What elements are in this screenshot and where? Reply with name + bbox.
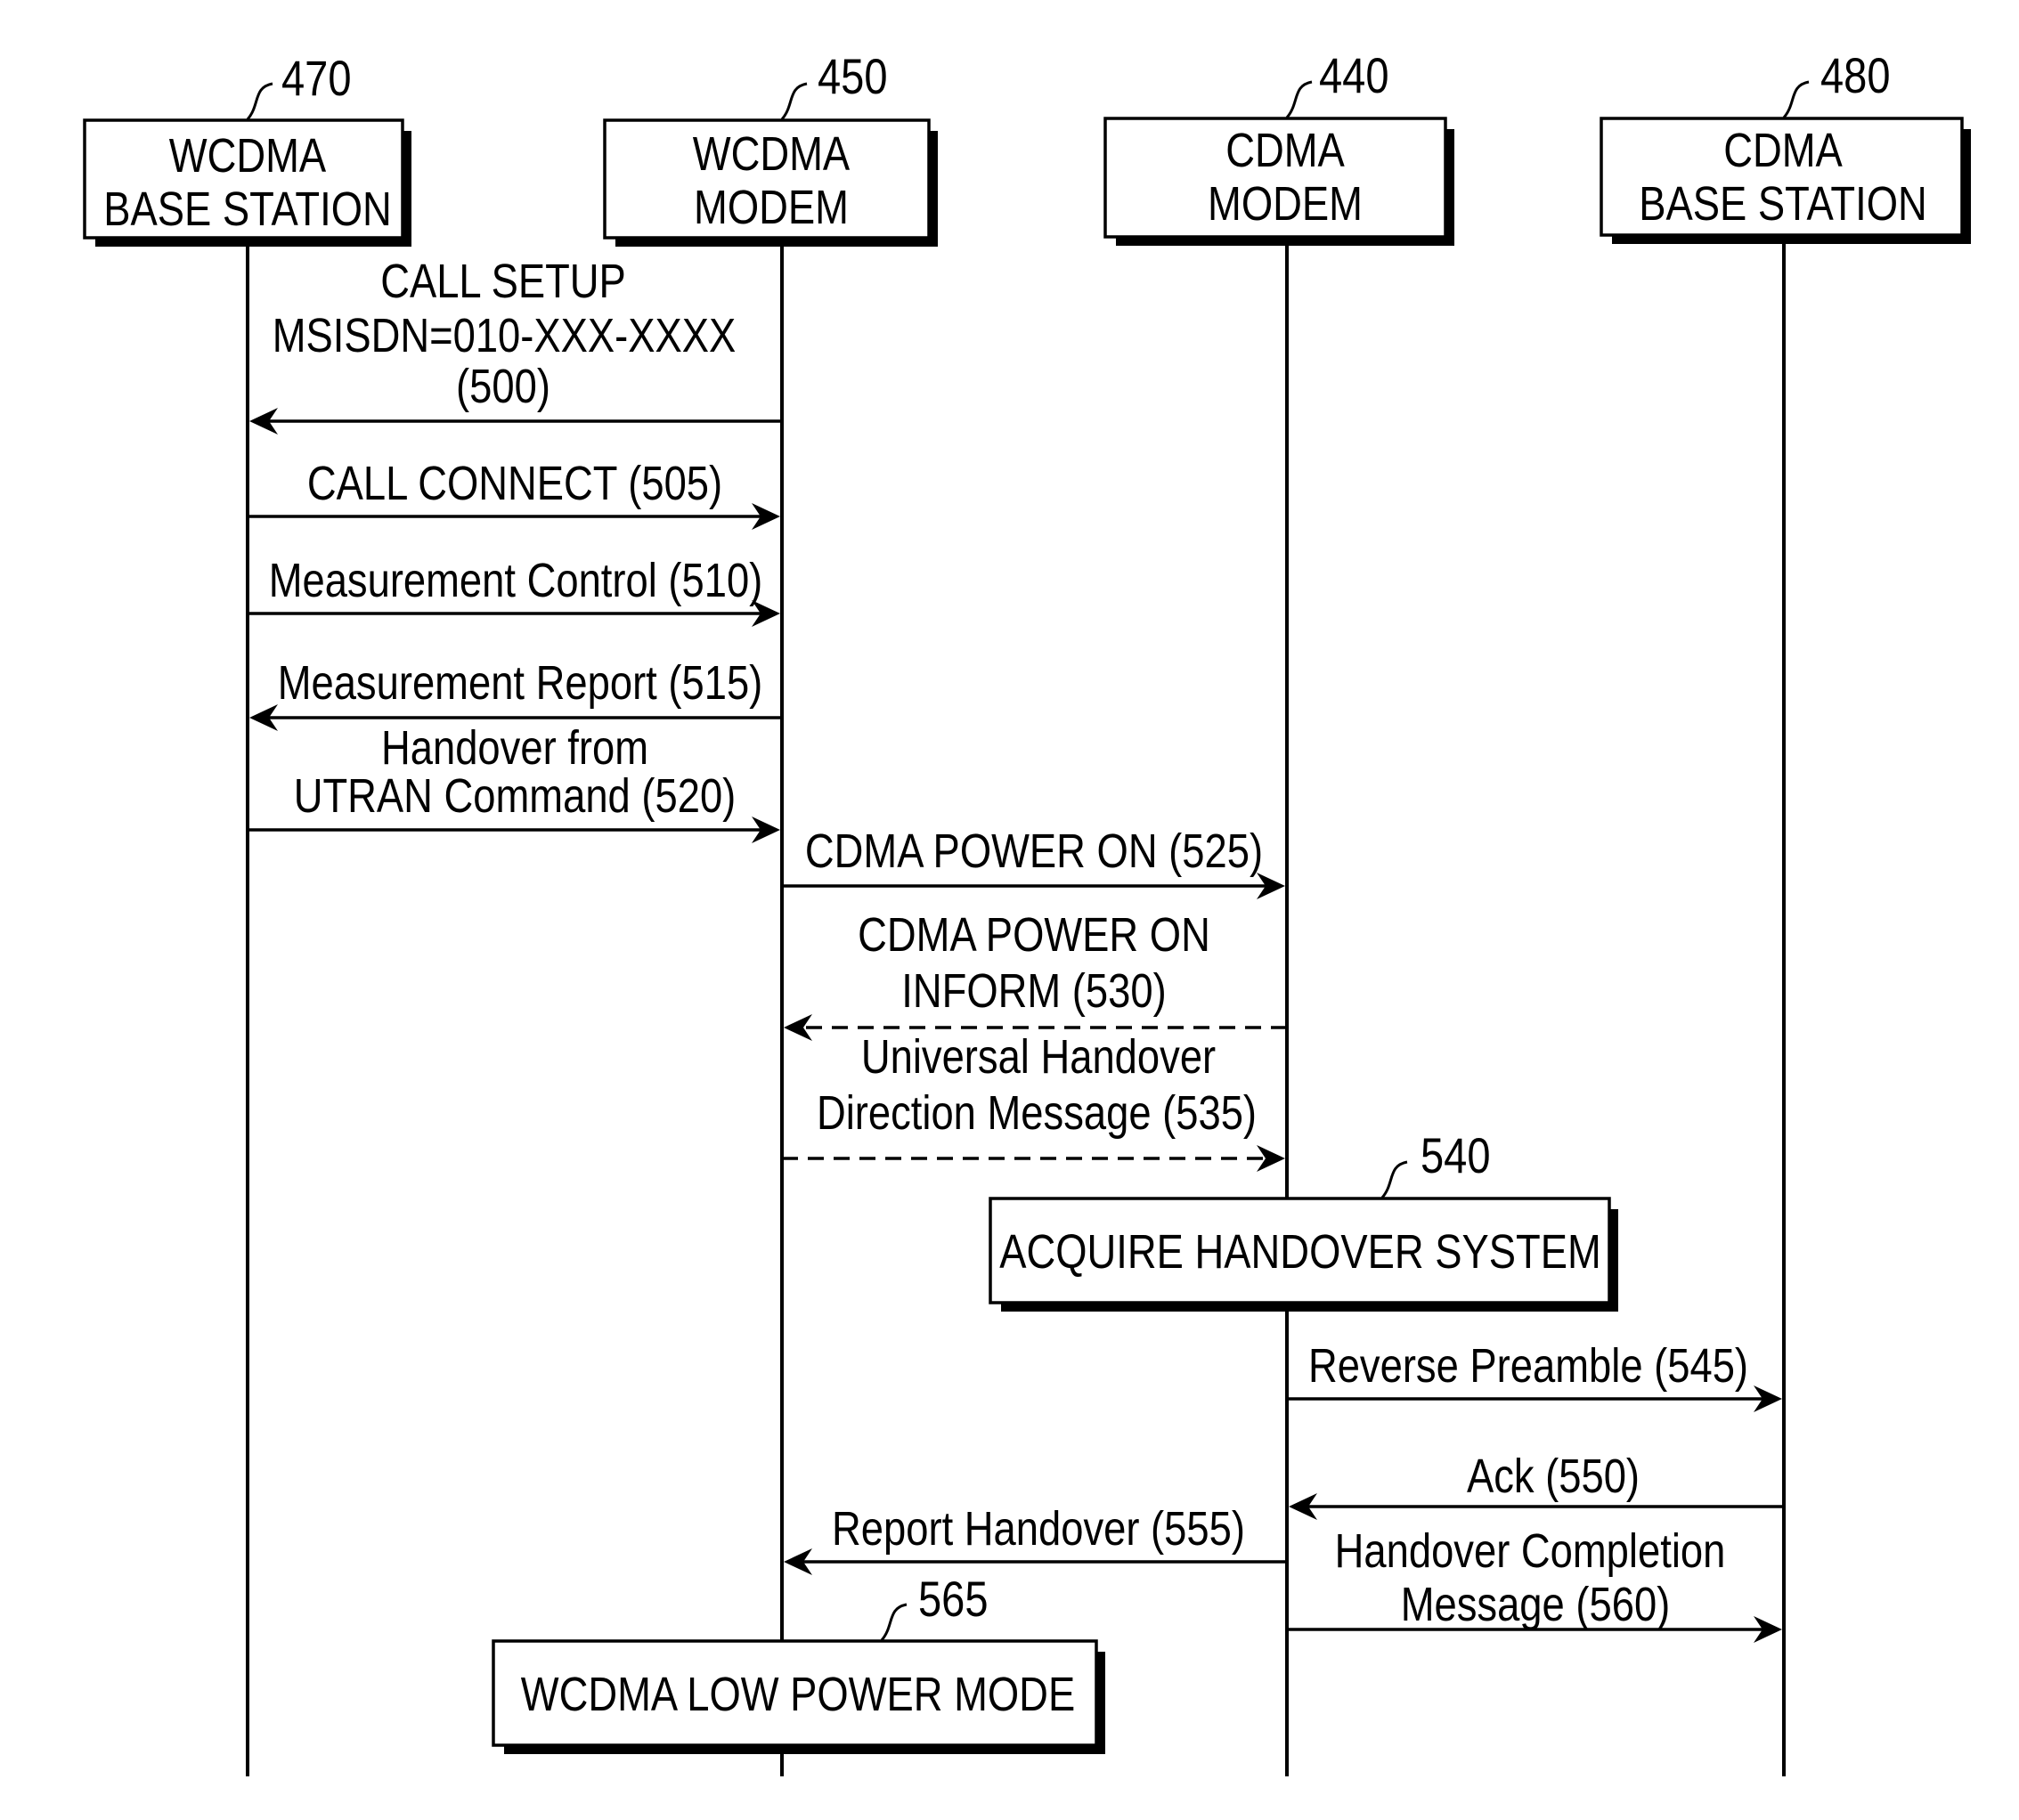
message-label-line-3: (500)	[456, 360, 550, 413]
participant-label-line-1: CDMA	[1723, 124, 1843, 177]
message-500: CALL SETUP MSISDN=010-XXX-XXXX (500)	[249, 255, 782, 435]
message-510: Measurement Control (510)	[248, 554, 780, 627]
message-545: Reverse Preamble (545)	[1287, 1339, 1782, 1412]
reference-number: 440	[1319, 47, 1389, 103]
participant-440: CDMA MODEM 440	[1103, 47, 1454, 246]
message-525: CDMA POWER ON (525)	[782, 825, 1285, 899]
process-box-540: ACQUIRE HANDOVER SYSTEM 540	[989, 1127, 1618, 1312]
participant-label-line-1: WCDMA	[169, 129, 326, 183]
reference-leader	[1285, 80, 1313, 118]
participant-label-line-1: WCDMA	[693, 127, 850, 181]
message-label: CDMA POWER ON (525)	[805, 825, 1263, 878]
message-label-line-2: INFORM (530)	[901, 964, 1166, 1018]
participant-label-line-2: BASE STATION	[103, 183, 392, 236]
message-label: Measurement Control (510)	[269, 554, 763, 607]
message-label-line-2: Message (560)	[1401, 1578, 1671, 1631]
message-label-line-1: Handover Completion	[1335, 1524, 1726, 1578]
message-label: Measurement Report (515)	[278, 656, 763, 710]
message-550: Ack (550)	[1289, 1450, 1784, 1520]
participant-label-line-2: MODEM	[1208, 177, 1363, 231]
participant-label-line-2: MODEM	[694, 181, 849, 234]
message-label-line-1: Universal Handover	[861, 1030, 1216, 1084]
process-box-label: WCDMA LOW POWER MODE	[521, 1668, 1075, 1721]
message-label-line-1: CALL SETUP	[380, 255, 626, 308]
message-530: CDMA POWER ON INFORM (530)	[784, 908, 1287, 1041]
reference-number: 480	[1820, 47, 1891, 103]
message-label-line-1: Handover from	[381, 721, 648, 775]
message-label-line-1: CDMA POWER ON	[858, 908, 1210, 962]
participant-470: WCDMA BASE STATION 470	[83, 50, 411, 247]
reference-leader	[780, 82, 808, 120]
reference-number: 470	[281, 50, 352, 106]
participant-480: CDMA BASE STATION 480	[1600, 47, 1971, 244]
participant-label-line-1: CDMA	[1225, 124, 1345, 177]
reference-leader	[1380, 1160, 1408, 1198]
message-label-line-2: MSISDN=010-XXX-XXXX	[273, 309, 737, 362]
message-505: CALL CONNECT (505)	[248, 457, 780, 530]
message-label: CALL CONNECT (505)	[307, 457, 722, 510]
participant-450: WCDMA MODEM 450	[603, 48, 938, 247]
process-box-565: WCDMA LOW POWER MODE 565	[492, 1571, 1105, 1754]
reference-number: 450	[818, 48, 888, 104]
message-label: Ack (550)	[1467, 1450, 1640, 1503]
sequence-diagram: WCDMA BASE STATION 470 WCDMA MODEM 450 C…	[83, 47, 1971, 1776]
message-515: Measurement Report (515)	[249, 656, 782, 731]
reference-number: 565	[918, 1571, 989, 1627]
message-520: Handover from UTRAN Command (520)	[248, 721, 780, 843]
message-555: Report Handover (555)	[784, 1502, 1287, 1575]
reference-leader	[1782, 80, 1810, 118]
message-535: Universal Handover Direction Message (53…	[782, 1030, 1285, 1172]
participant-label-line-2: BASE STATION	[1639, 177, 1927, 231]
message-label-line-2: UTRAN Command (520)	[294, 769, 737, 823]
message-560: Handover Completion Message (560)	[1287, 1524, 1782, 1643]
reference-leader	[880, 1603, 908, 1641]
message-label-line-2: Direction Message (535)	[817, 1086, 1257, 1140]
reference-number: 540	[1421, 1127, 1491, 1183]
process-box-label: ACQUIRE HANDOVER SYSTEM	[999, 1225, 1601, 1279]
message-label: Reverse Preamble (545)	[1308, 1339, 1748, 1393]
message-label: Report Handover (555)	[832, 1502, 1245, 1556]
reference-leader	[246, 82, 273, 120]
